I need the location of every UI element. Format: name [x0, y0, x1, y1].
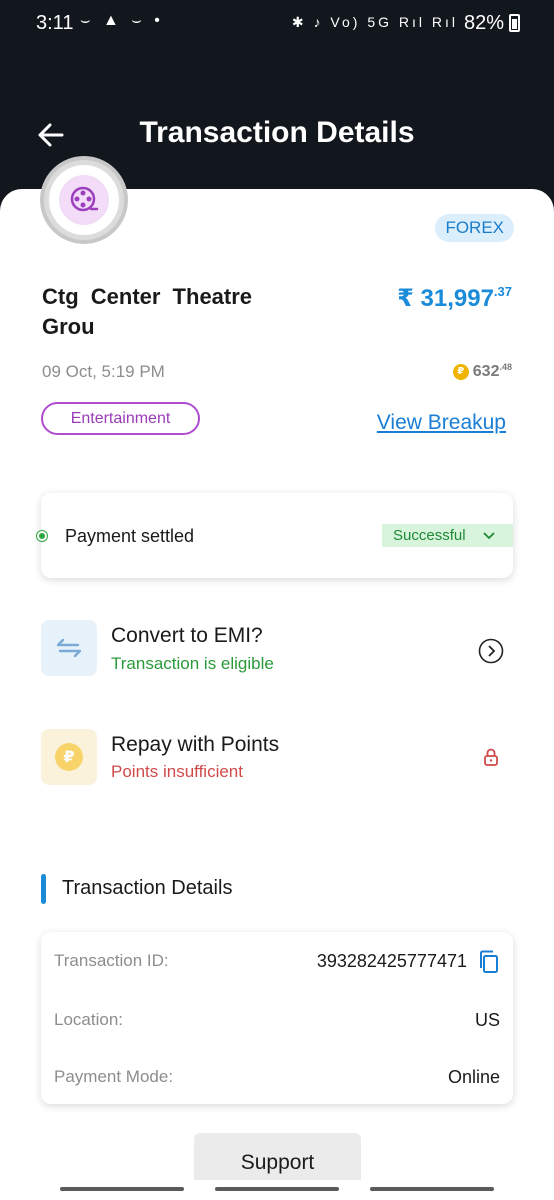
copy-icon[interactable]	[478, 950, 500, 974]
repay-points-title[interactable]: Repay with Points	[111, 733, 279, 757]
merchant-name: Ctg Center Theatre Grou	[42, 284, 253, 339]
film-reel-icon	[70, 186, 99, 212]
status-bar: 3:11 ⌣ ▲ ⌣ • ✱ ♪ Vo) 5G Rıl Rıl 82%	[0, 0, 554, 52]
payment-mode-label: Payment Mode:	[54, 1067, 174, 1086]
nav-back-button[interactable]	[370, 1187, 494, 1191]
points-main: 632	[472, 363, 500, 380]
currency-symbol: ₹	[397, 285, 414, 312]
location-label: Location:	[54, 1010, 123, 1029]
coin-icon: ₽	[452, 363, 469, 380]
chevron-down-icon	[482, 531, 495, 539]
lock-icon	[482, 747, 500, 767]
points-decimal: .48	[499, 362, 512, 372]
amount-decimal: .37	[493, 284, 512, 299]
category-chip[interactable]: Entertainment	[41, 402, 200, 435]
emi-icon	[41, 620, 97, 676]
transaction-id-label: Transaction ID:	[54, 951, 169, 970]
transaction-id-value: 393282425777471	[316, 951, 467, 971]
merchant-logo	[40, 156, 128, 244]
points-coin-icon: ₽	[41, 729, 97, 785]
page-title: Transaction Details	[139, 116, 415, 149]
payment-status-label: Payment settled	[65, 526, 195, 546]
repay-points-subtitle: Points insufficient	[111, 762, 243, 781]
emi-title[interactable]: Convert to EMI?	[111, 624, 263, 648]
success-label: Successful	[393, 527, 466, 544]
battery-percent: 82%	[463, 12, 504, 34]
emi-subtitle: Transaction is eligible	[111, 654, 274, 673]
status-time: 3:11	[36, 12, 74, 34]
transaction-amount: ₹ 31,997.37	[397, 284, 512, 313]
notification-icons: ⌣ ▲ ⌣ •	[80, 12, 164, 29]
battery-icon	[509, 14, 520, 32]
amount-main: 31,997	[420, 285, 494, 312]
status-dot-icon	[37, 531, 47, 541]
forex-badge: FOREX	[435, 214, 514, 242]
nav-home-button[interactable]	[215, 1187, 339, 1191]
coin-icon: ₽	[55, 743, 83, 771]
section-title: Transaction Details	[62, 877, 233, 899]
payment-mode-value: Online	[447, 1067, 500, 1087]
section-accent-bar	[41, 874, 46, 904]
transaction-date: 09 Oct, 5:19 PM	[42, 362, 165, 381]
success-badge[interactable]: Successful	[382, 524, 513, 547]
chevron-right-circle-icon[interactable]	[478, 638, 504, 664]
view-breakup-link[interactable]: View Breakup	[377, 411, 506, 435]
system-icons: ✱ ♪ Vo) 5G Rıl Rıl	[291, 14, 458, 30]
nav-recents-button[interactable]	[60, 1187, 184, 1191]
points-earned: ₽ 632.48	[452, 362, 512, 381]
location-value: US	[474, 1010, 500, 1030]
